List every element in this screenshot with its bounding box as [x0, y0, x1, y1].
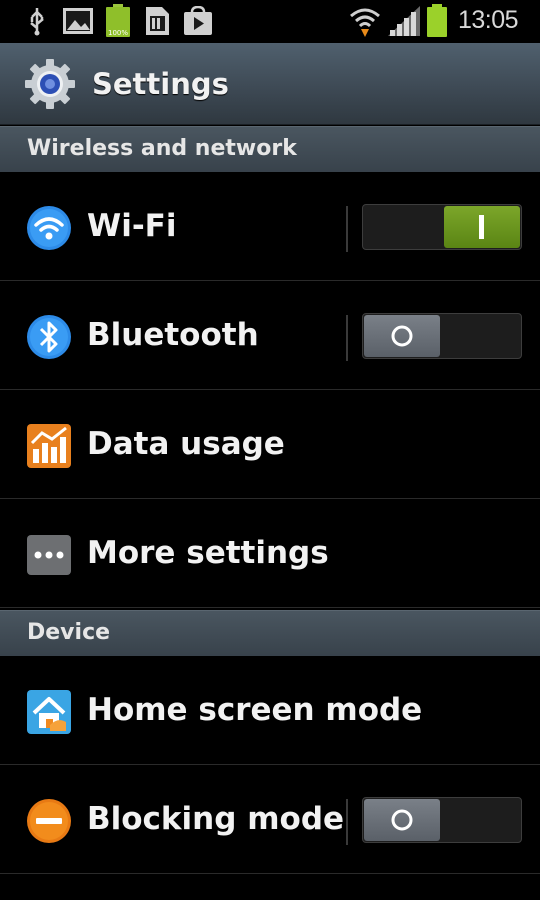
cell-signal-icon — [386, 4, 422, 42]
data-usage-chart-icon — [26, 423, 72, 469]
battery-full-icon: 100% — [104, 4, 132, 42]
home-screen-mode-label: Home screen mode — [87, 692, 423, 728]
settings-item-bluetooth[interactable]: Bluetooth — [0, 281, 540, 390]
toggle-divider — [346, 206, 348, 252]
gallery-icon — [62, 7, 94, 39]
section-header-wireless: Wireless and network — [0, 126, 540, 172]
settings-item-more-settings[interactable]: More settings — [0, 499, 540, 608]
toggle-divider — [346, 315, 348, 361]
wifi-icon — [26, 205, 72, 251]
sd-card-icon — [144, 6, 170, 40]
toggle-knob — [364, 799, 440, 841]
toggle-knob — [364, 315, 440, 357]
usb-icon — [24, 6, 50, 40]
settings-item-data-usage[interactable]: Data usage — [0, 390, 540, 499]
blocking-mode-toggle[interactable] — [362, 797, 522, 843]
wifi-label: Wi-Fi — [87, 208, 177, 244]
more-settings-label: More settings — [87, 535, 329, 571]
wifi-toggle[interactable] — [362, 204, 522, 250]
data-usage-label: Data usage — [87, 426, 285, 462]
action-bar: Settings — [0, 43, 540, 125]
bluetooth-toggle[interactable] — [362, 313, 522, 359]
home-screen-icon — [26, 689, 72, 735]
toggle-off-glyph — [364, 315, 440, 357]
settings-item-blocking-mode[interactable]: Blocking mode — [0, 765, 540, 874]
toggle-divider — [346, 799, 348, 845]
play-store-icon — [182, 5, 214, 40]
settings-item-wifi[interactable]: Wi-Fi — [0, 172, 540, 281]
section-title: Device — [27, 620, 111, 645]
blocking-mode-label: Blocking mode — [87, 801, 345, 837]
section-title: Wireless and network — [27, 136, 297, 161]
settings-gear-icon[interactable] — [24, 58, 76, 114]
blocking-mode-icon — [26, 798, 72, 844]
toggle-knob — [444, 206, 520, 248]
bluetooth-icon — [26, 314, 72, 360]
settings-item-home-screen-mode[interactable]: Home screen mode — [0, 656, 540, 765]
toggle-off-glyph — [364, 799, 440, 841]
wifi-signal-icon — [348, 4, 382, 42]
status-bar: 100% 13:05 — [0, 0, 540, 43]
more-dots-icon — [26, 532, 72, 578]
section-header-device: Device — [0, 610, 540, 656]
battery-icon — [426, 4, 448, 42]
battery-percent-text: 100% — [108, 29, 128, 37]
toggle-on-glyph — [444, 206, 520, 248]
clock: 13:05 — [457, 6, 519, 34]
bluetooth-label: Bluetooth — [87, 317, 259, 353]
page-title: Settings — [92, 67, 229, 101]
